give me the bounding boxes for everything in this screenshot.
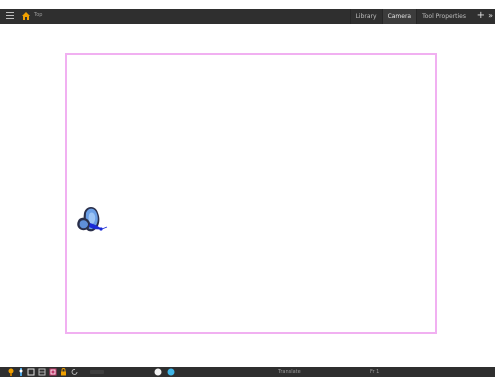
tab-tool-properties[interactable]: Tool Properties [416, 9, 471, 24]
butterfly-drawing[interactable] [74, 203, 110, 235]
add-tab-button[interactable]: + [477, 10, 485, 22]
current-tool-label: Translate [278, 369, 301, 375]
frame-indicator: Fr 1 [370, 369, 380, 375]
camera-bottom-toolbar: Translate Fr 1 [0, 367, 495, 377]
frame-icon[interactable] [38, 368, 46, 376]
tab-library[interactable]: Library [349, 9, 382, 24]
rotate-icon[interactable] [71, 368, 79, 376]
color-swatch-icon[interactable] [154, 368, 178, 376]
tab-strip: Library Camera Tool Properties [349, 9, 471, 24]
light-bulb-icon[interactable] [8, 368, 14, 376]
breadcrumb[interactable]: Top [34, 12, 42, 18]
menu-icon[interactable] [6, 12, 14, 20]
zoom-icon[interactable] [90, 368, 104, 376]
tab-camera[interactable]: Camera [381, 9, 417, 24]
lock-icon[interactable] [60, 368, 67, 376]
more-tabs-button[interactable]: » [488, 10, 493, 22]
onion-skin-icon[interactable] [49, 368, 57, 376]
camera-icon[interactable] [27, 368, 35, 376]
camera-frame [65, 53, 437, 334]
transform-icon[interactable] [18, 368, 24, 376]
view-toolbar: Top Library Camera Tool Properties + » [0, 9, 495, 24]
home-icon[interactable] [21, 11, 31, 21]
